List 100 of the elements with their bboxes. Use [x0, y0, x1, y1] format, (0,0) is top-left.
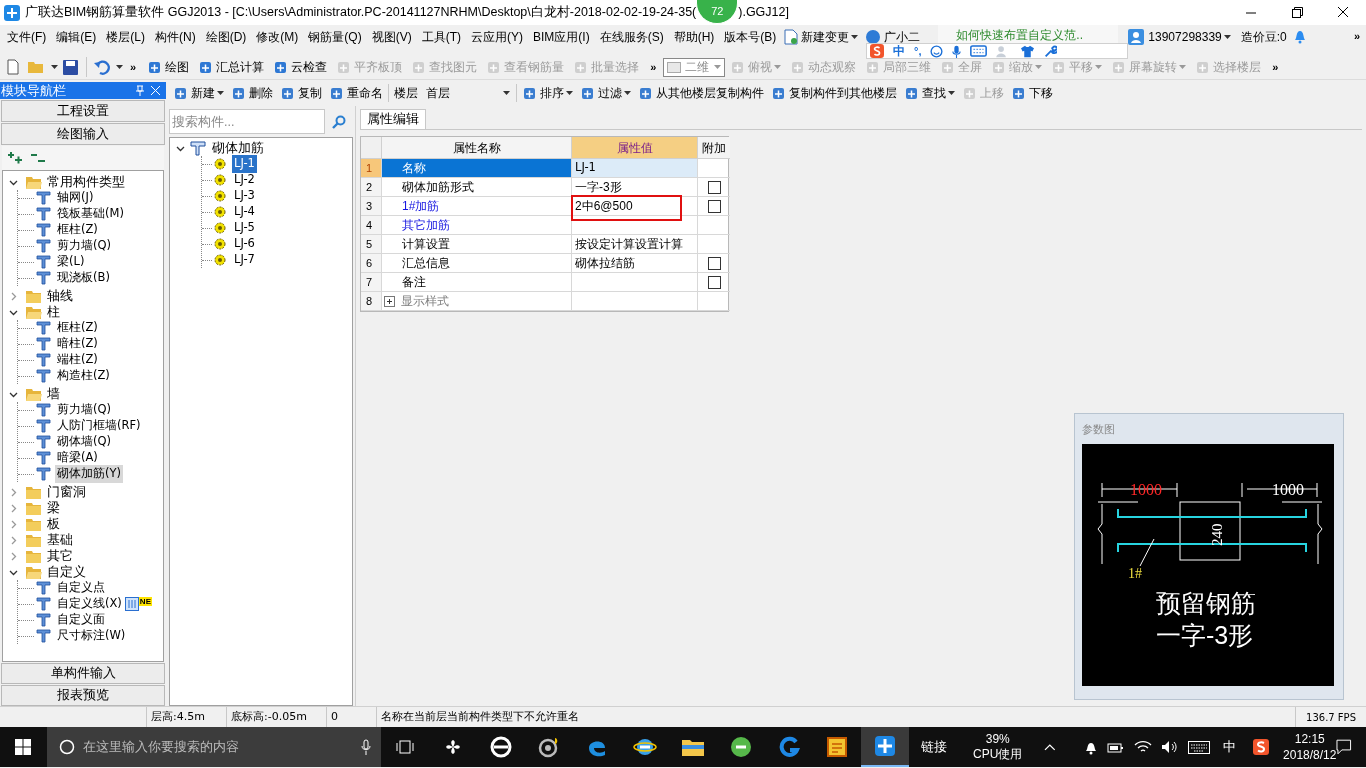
- volume-icon[interactable]: [1161, 740, 1180, 754]
- chevron-up-icon[interactable]: [1044, 743, 1057, 751]
- expand-all-icon[interactable]: [8, 152, 23, 164]
- tree-item[interactable]: 自定义点: [55, 579, 107, 597]
- wifi-icon[interactable]: [1134, 740, 1153, 754]
- section-button[interactable]: 绘图输入: [1, 123, 165, 145]
- menu-item[interactable]: 云应用(Y): [466, 28, 528, 46]
- toolbar-label[interactable]: 链接: [921, 737, 948, 757]
- collapse-all-icon[interactable]: [31, 152, 46, 164]
- tree-item[interactable]: LJ-6: [232, 235, 257, 253]
- toolbar-button[interactable]: 重命名: [326, 82, 386, 104]
- menu-item[interactable]: 楼层(L): [101, 28, 150, 46]
- more-button[interactable]: »: [644, 58, 663, 76]
- menu-item[interactable]: 在线服务(S): [594, 28, 669, 46]
- tree-item[interactable]: 自定义线(X): [55, 595, 124, 613]
- shirt-icon[interactable]: [1020, 44, 1036, 58]
- tree-item[interactable]: 墙: [46, 384, 61, 404]
- new-file-icon[interactable]: [5, 59, 21, 75]
- tree-item[interactable]: 砌体加筋: [212, 138, 264, 158]
- toolbar-button[interactable]: 删除: [228, 82, 276, 104]
- battery-icon[interactable]: [1107, 740, 1126, 754]
- notification-icon[interactable]: [1336, 739, 1352, 755]
- undo-icon[interactable]: [94, 59, 110, 75]
- search-icon[interactable]: [332, 114, 346, 129]
- tree-item[interactable]: 剪力墙(Q): [55, 237, 114, 255]
- ime-punctuation-toggle[interactable]: °,: [914, 44, 922, 58]
- floor-dropdown[interactable]: 首层: [422, 83, 514, 103]
- tree-item[interactable]: 现浇板(B): [55, 269, 112, 287]
- tree-item[interactable]: LJ-4: [232, 203, 257, 221]
- tree-item[interactable]: 常用构件类型: [46, 172, 126, 192]
- tree-item[interactable]: 尺寸标注(W): [55, 627, 128, 645]
- tree-item[interactable]: 梁(L): [55, 253, 87, 271]
- tree-item[interactable]: 框柱(Z): [55, 319, 100, 337]
- more-button[interactable]: »: [1353, 28, 1360, 45]
- tip-link[interactable]: 如何快速布置自定义范..: [938, 25, 1119, 45]
- toolbar-button[interactable]: 查找: [901, 82, 958, 104]
- toolbar-button[interactable]: 复制: [277, 82, 325, 104]
- tree-item[interactable]: LJ-3: [232, 187, 257, 205]
- menu-item[interactable]: 文件(F): [2, 28, 52, 46]
- section-button[interactable]: 单构件输入: [1, 663, 165, 684]
- tree-item[interactable]: LJ-5: [232, 219, 257, 237]
- menu-item[interactable]: 构件(N): [150, 28, 201, 46]
- more-button[interactable]: »: [124, 58, 143, 76]
- input-method-indicator[interactable]: 中: [1223, 737, 1237, 757]
- pin-icon[interactable]: [135, 85, 145, 96]
- tree-item[interactable]: 自定义面: [55, 611, 107, 629]
- toolbar-button[interactable]: 从其他楼层复制构件: [635, 82, 767, 104]
- tree-item[interactable]: 框柱(Z): [55, 221, 100, 239]
- tree-item[interactable]: 轴网(J): [55, 189, 96, 207]
- checkbox[interactable]: [707, 275, 721, 289]
- ime-logo-icon[interactable]: [1253, 739, 1270, 755]
- tree-item[interactable]: LJ-2: [232, 171, 257, 189]
- wrench-icon[interactable]: [1044, 44, 1058, 58]
- toolbar-button[interactable]: 下移: [1008, 82, 1056, 104]
- search-field[interactable]: 在这里输入你要搜索的内容: [46, 727, 382, 767]
- emoji-icon[interactable]: [930, 44, 944, 58]
- account-button[interactable]: 13907298339: [1128, 28, 1231, 46]
- tree-item[interactable]: 人防门框墙(RF): [55, 417, 143, 435]
- close-icon[interactable]: [151, 86, 160, 95]
- expand-icon[interactable]: [384, 295, 395, 307]
- menu-item[interactable]: BIM应用(I): [528, 28, 595, 46]
- toolbar-button[interactable]: 排序: [519, 82, 576, 104]
- menu-item[interactable]: 帮助(H): [668, 28, 720, 46]
- more-button[interactable]: »: [1266, 58, 1285, 76]
- toolbar-button[interactable]: 汇总计算: [194, 58, 269, 76]
- assistant-button[interactable]: 广小二: [861, 28, 925, 46]
- new-change-button[interactable]: 新建变更: [781, 28, 862, 46]
- tree-item[interactable]: 筏板基础(M): [55, 205, 126, 223]
- checkbox[interactable]: [707, 199, 721, 213]
- section-button[interactable]: 工程设置: [1, 100, 165, 122]
- taskbar-button[interactable]: [861, 727, 910, 767]
- tree-item[interactable]: 剪力墙(Q): [55, 401, 114, 419]
- tree-item[interactable]: 砌体墙(Q): [55, 433, 114, 451]
- menu-item[interactable]: 版本号(B): [719, 28, 782, 46]
- search-field[interactable]: 搜索构件...: [169, 109, 325, 134]
- menu-item[interactable]: 修改(M): [251, 28, 304, 46]
- tree-item[interactable]: 暗梁(A): [55, 449, 100, 467]
- menu-item[interactable]: 钢筋量(Q): [303, 28, 367, 46]
- menu-item[interactable]: 工具(T): [416, 28, 466, 46]
- toolbar-button[interactable]: 新建: [170, 82, 227, 104]
- menu-item[interactable]: 编辑(E): [51, 28, 102, 46]
- section-button[interactable]: 报表预览: [1, 685, 165, 706]
- save-icon[interactable]: [63, 59, 78, 75]
- toolbar-button[interactable]: 云检查: [269, 58, 332, 76]
- tree-item[interactable]: 砌体加筋(Y): [55, 465, 123, 483]
- toolbar-button[interactable]: 复制构件到其他楼层: [768, 82, 900, 104]
- tree-item[interactable]: LJ-1: [232, 155, 257, 173]
- tree-item[interactable]: 暗柱(Z): [55, 335, 100, 353]
- tree-item[interactable]: 构造柱(Z): [55, 367, 112, 385]
- checkbox[interactable]: [707, 180, 721, 194]
- checkbox[interactable]: [707, 256, 721, 270]
- toolbar-button[interactable]: 过滤: [577, 82, 634, 104]
- tab[interactable]: 属性编辑: [360, 109, 426, 129]
- tree-item[interactable]: LJ-7: [232, 251, 257, 269]
- menu-item[interactable]: 视图(V): [366, 28, 417, 46]
- ime-mode-toggle[interactable]: 中: [893, 44, 905, 58]
- tree-item[interactable]: 端柱(Z): [55, 351, 100, 369]
- microphone-icon[interactable]: [952, 44, 962, 58]
- toolbar-button[interactable]: 绘图: [143, 58, 194, 76]
- menu-item[interactable]: 绘图(D): [200, 28, 252, 46]
